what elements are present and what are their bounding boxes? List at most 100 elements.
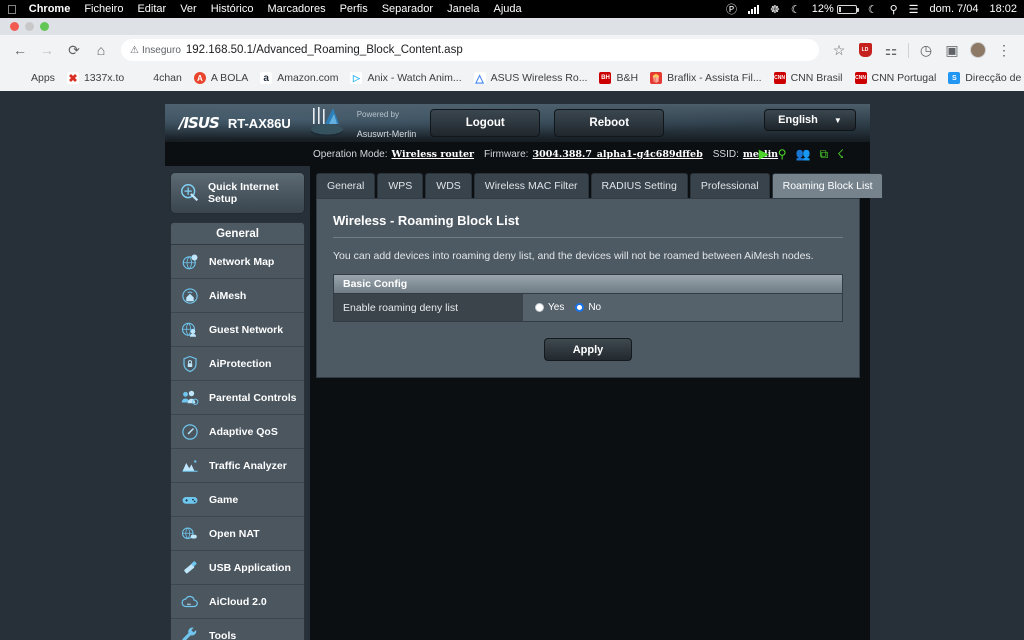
battery-status[interactable]: 12%	[812, 3, 859, 15]
sidebar-item-open-nat[interactable]: Open NAT	[171, 517, 304, 551]
language-selector[interactable]: English ▼	[764, 109, 856, 131]
open-nat-icon	[180, 524, 200, 544]
tab-wireless-mac-filter[interactable]: Wireless MAC Filter	[473, 173, 589, 198]
cnn-icon: CNN	[773, 72, 786, 84]
speedometer-icon	[180, 422, 200, 442]
menu-item-perfis[interactable]: Perfis	[340, 3, 368, 15]
sidebar-item-aiprotection[interactable]: AiProtection	[171, 347, 304, 381]
sidebar-item-adaptive-qos[interactable]: Adaptive QoS	[171, 415, 304, 449]
chrome-window: ← → ⟳ ⌂ ⚠ Inseguro 192.168.50.1/Advanced…	[0, 18, 1024, 640]
guest-users-icon[interactable]: 👥	[796, 147, 811, 161]
signal-bars-icon[interactable]	[748, 4, 760, 14]
bookmark-label: CNN Brasil	[790, 72, 843, 84]
macos-menu-bar:  Chrome Ficheiro Editar Ver Histórico M…	[0, 0, 1024, 18]
menu-item-janela[interactable]: Janela	[447, 3, 479, 15]
sidebar-item-tools[interactable]: Tools	[171, 619, 304, 640]
setting-field: Yes No	[523, 294, 842, 321]
bookmark-amazon[interactable]: a Amazon.com	[254, 69, 344, 87]
do-not-disturb-icon[interactable]: ☾	[791, 3, 801, 16]
menu-item-ajuda[interactable]: Ajuda	[494, 3, 522, 15]
sidebar-item-usb-application[interactable]: USB Application	[171, 551, 304, 585]
sidebar-item-aicloud[interactable]: AiCloud 2.0	[171, 585, 304, 619]
tab-general[interactable]: General	[316, 173, 376, 198]
clone-icon[interactable]: ⧉	[820, 147, 829, 162]
apple-icon[interactable]: 	[7, 3, 17, 16]
tab-wps[interactable]: WPS	[377, 173, 424, 198]
control-center-icon[interactable]: ☰	[909, 3, 919, 16]
menu-item-chrome[interactable]: Chrome	[29, 3, 71, 15]
app-status-icon[interactable]: ☸	[770, 3, 780, 16]
reboot-button[interactable]: Reboot	[554, 109, 665, 137]
powered-by-line1: Powered by	[356, 110, 399, 119]
operation-mode-value[interactable]: Wireless router	[392, 149, 475, 160]
bookmark-label: 1337x.to	[83, 72, 125, 84]
toolbar-right-group: ☆ ⚏ ◷ ▣ ⋮	[827, 38, 1016, 62]
chrome-menu-icon[interactable]: ⋮	[992, 38, 1016, 62]
bookmark-apps[interactable]: Apps	[8, 69, 61, 87]
extension-shield-icon[interactable]	[853, 38, 877, 62]
reload-icon[interactable]: ⟳	[62, 38, 86, 62]
menu-item-separador[interactable]: Separador	[382, 3, 433, 15]
bookmark-cnn-portugal[interactable]: CNN CNN Portugal	[849, 69, 943, 87]
tab-roaming-block-list[interactable]: Roaming Block List	[771, 173, 884, 198]
wifi-icon[interactable]: ⚲	[778, 147, 787, 161]
close-window-button[interactable]	[10, 22, 19, 31]
bookmark-star-icon[interactable]: ☆	[827, 38, 851, 62]
sidebar-item-network-map[interactable]: Network Map	[171, 245, 304, 279]
sidebar-item-guest-network[interactable]: Guest Network	[171, 313, 304, 347]
quick-internet-setup-button[interactable]: Quick Internet Setup	[170, 172, 305, 214]
menu-item-editar[interactable]: Editar	[137, 3, 166, 15]
bookmark-direccao-de-marketing[interactable]: S Direcção de Marke...	[942, 69, 1024, 87]
tab-wds[interactable]: WDS	[425, 173, 472, 198]
bookmark-anix[interactable]: ▷ Anix - Watch Anim...	[344, 69, 467, 87]
bookmark-asus-wireless-router[interactable]: △ ASUS Wireless Ro...	[468, 69, 594, 87]
sidebar-item-traffic-analyzer[interactable]: Traffic Analyzer	[171, 449, 304, 483]
extensions-puzzle-icon[interactable]: ⚏	[879, 38, 903, 62]
sidebar-item-parental-controls[interactable]: Parental Controls	[171, 381, 304, 415]
maximize-window-button[interactable]	[40, 22, 49, 31]
avatar[interactable]	[966, 38, 990, 62]
quick-setup-line2: Setup	[208, 193, 238, 205]
forward-arrow-icon[interactable]: →	[35, 38, 59, 62]
radio-yes[interactable]: Yes	[535, 302, 564, 313]
media-play-icon[interactable]: ▶︎	[759, 146, 769, 162]
history-clock-icon[interactable]: ◷	[914, 38, 938, 62]
quick-setup-line1: Quick Internet	[208, 180, 279, 193]
menu-item-historico[interactable]: Histórico	[211, 3, 254, 15]
bookmark-braflix[interactable]: 🍿 Braflix - Assista Fil...	[644, 69, 768, 87]
apps-grid-icon	[14, 72, 26, 84]
quark-icon[interactable]: Ⓟ	[726, 1, 737, 17]
address-bar[interactable]: ⚠ Inseguro 192.168.50.1/Advanced_Roaming…	[121, 39, 819, 61]
tab-radius-setting[interactable]: RADIUS Setting	[590, 173, 688, 198]
logout-button[interactable]: Logout	[430, 109, 541, 137]
bookmark-cnn-brasil[interactable]: CNN CNN Brasil	[768, 69, 849, 87]
side-panel-icon[interactable]: ▣	[940, 38, 964, 62]
minimize-window-button[interactable]	[25, 22, 34, 31]
bookmark-4chan[interactable]: 4chan	[130, 69, 188, 87]
setting-label: Enable roaming deny list	[334, 294, 523, 321]
firmware-value[interactable]: 3004.388.7_alpha1-g4c689dffeb	[532, 149, 702, 160]
menu-item-ver[interactable]: Ver	[180, 3, 197, 15]
apply-button[interactable]: Apply	[544, 338, 632, 361]
insecure-warning[interactable]: ⚠ Inseguro	[130, 45, 181, 56]
x-icon: ✖	[66, 72, 79, 85]
bookmark-a-bola[interactable]: A A BOLA	[188, 69, 254, 87]
four-chan-icon	[136, 72, 148, 84]
usb-application-icon	[180, 558, 200, 578]
menu-item-ficheiro[interactable]: Ficheiro	[84, 3, 123, 15]
menubar-date[interactable]: dom. 7/04	[930, 3, 979, 15]
tab-professional[interactable]: Professional	[689, 173, 770, 198]
menubar-time[interactable]: 18:02	[989, 3, 1017, 15]
sidebar-item-game[interactable]: Game	[171, 483, 304, 517]
sidebar-item-aimesh[interactable]: AiMesh	[171, 279, 304, 313]
radio-no[interactable]: No	[575, 302, 601, 313]
back-arrow-icon[interactable]: ←	[8, 38, 32, 62]
menu-item-marcadores[interactable]: Marcadores	[268, 3, 326, 15]
search-icon[interactable]: ⚲	[890, 3, 898, 16]
usb-icon[interactable]: ☇	[837, 147, 844, 161]
wifi-icon[interactable]: ☾	[868, 3, 879, 16]
home-icon[interactable]: ⌂	[89, 38, 113, 62]
bookmark-bh[interactable]: BH B&H	[593, 69, 644, 87]
asus-icon: △	[473, 72, 486, 85]
bookmark-1337x[interactable]: ✖ 1337x.to	[61, 69, 130, 87]
